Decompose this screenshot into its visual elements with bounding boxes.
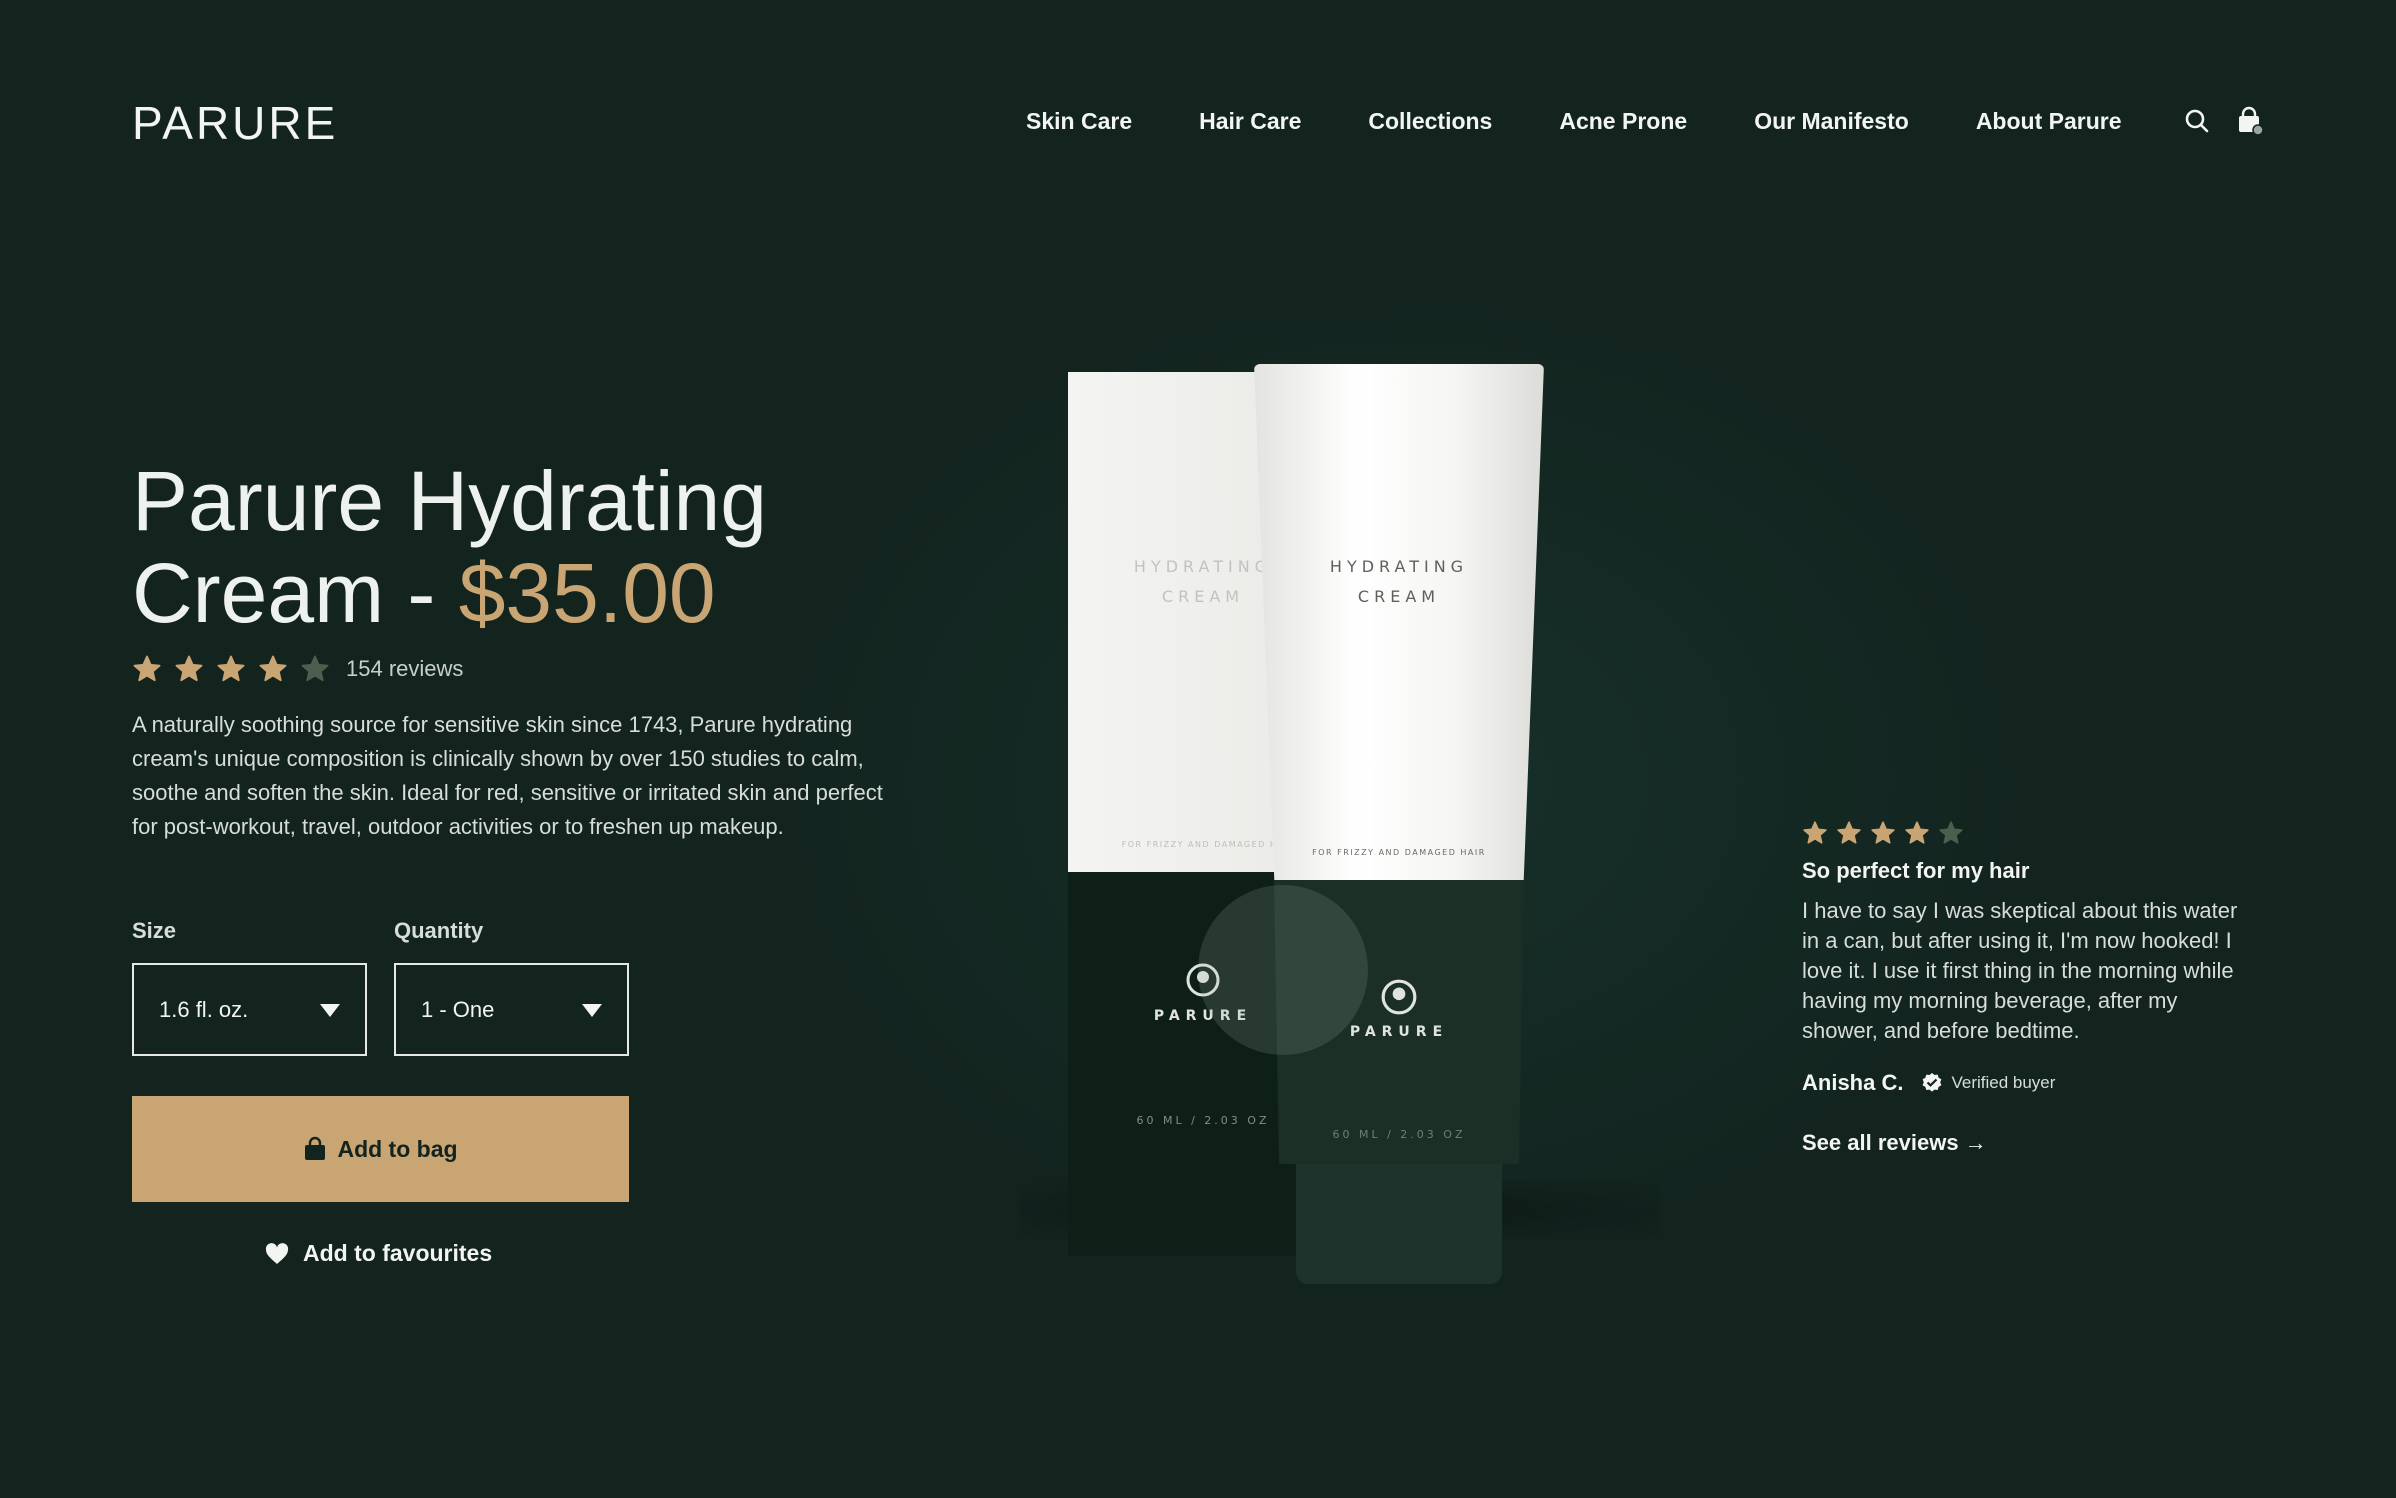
nav-hair-care[interactable]: Hair Care <box>1199 108 1301 135</box>
star-icon <box>175 655 203 682</box>
reviews-count[interactable]: 154 reviews <box>346 656 463 682</box>
tube-tagline: FOR FRIZZY AND DAMAGED HAIR <box>1312 848 1486 857</box>
caret-down-icon <box>320 1004 340 1017</box>
shopping-bag-icon <box>305 1136 326 1160</box>
nav-about-parure[interactable]: About Parure <box>1976 108 2122 135</box>
featured-review: So perfect for my hair I have to say I w… <box>1802 820 2242 1156</box>
star-empty-icon <box>1939 821 1963 844</box>
tube-top <box>1254 364 1544 880</box>
verified-label: Verified buyer <box>1951 1073 2056 1092</box>
product-rating[interactable]: 154 reviews <box>132 654 463 684</box>
product-image: HYDRATING CREAM FOR FRIZZY AND DAMAGED H… <box>1020 300 1660 1300</box>
star-icon <box>1803 821 1827 844</box>
size-select[interactable]: 1.6 fl. oz. <box>132 963 367 1056</box>
tube-name-line1: HYDRATING <box>1329 557 1469 576</box>
tube-name-line2: CREAM <box>1357 587 1441 606</box>
add-to-bag-label: Add to bag <box>337 1135 458 1162</box>
star-icon <box>1837 821 1861 844</box>
nav-our-manifesto[interactable]: Our Manifesto <box>1754 108 1909 135</box>
review-rating <box>1802 820 2242 846</box>
see-all-reviews-link[interactable]: See all reviews → <box>1802 1130 2242 1156</box>
star-icon <box>133 655 161 682</box>
product-title: Parure Hydrating Cream - $35.00 <box>132 455 932 639</box>
tube-product-name: HYDRATING CREAM <box>1254 552 1544 612</box>
product-title-line1: Parure Hydrating <box>132 454 767 548</box>
reviewer: Anisha C. Verified buyer <box>1802 1070 2242 1096</box>
add-to-favourites-label: Add to favourites <box>303 1240 493 1266</box>
logo[interactable]: PARURE <box>132 96 338 150</box>
product-description: A naturally soothing source for sensitiv… <box>132 712 883 839</box>
quantity-select[interactable]: 1 - One <box>394 963 629 1056</box>
verified-check-icon <box>1923 1073 1942 1092</box>
verified-badge: Verified buyer <box>1921 1072 2055 1094</box>
main-nav: Skin Care Hair Care Collections Acne Pro… <box>1026 108 2122 135</box>
nav-acne-prone[interactable]: Acne Prone <box>1559 108 1687 135</box>
nav-skin-care[interactable]: Skin Care <box>1026 108 1132 135</box>
tube-volume: 60 ML / 2.03 OZ <box>1332 1128 1466 1141</box>
star-icon <box>1905 821 1929 844</box>
add-to-favourites-button[interactable]: Add to favourites <box>265 1240 492 1267</box>
star-icon <box>1871 821 1895 844</box>
box-name-line1: HYDRATING <box>1133 557 1273 576</box>
product-title-line2: Cream - <box>132 546 459 640</box>
star-empty-icon <box>301 655 329 682</box>
tube-cap <box>1296 1164 1502 1284</box>
nav-collections[interactable]: Collections <box>1368 108 1492 135</box>
product-tube: HYDRATING CREAM FOR FRIZZY AND DAMAGED H… <box>1254 364 1544 1284</box>
cursor-highlight <box>1198 885 1368 1055</box>
size-select-value: 1.6 fl. oz. <box>159 996 249 1022</box>
size-label: Size <box>132 918 177 943</box>
star-icon <box>259 655 287 682</box>
box-name-line2: CREAM <box>1161 587 1245 606</box>
review-title: So perfect for my hair <box>1802 858 2030 883</box>
quantity-label: Quantity <box>394 918 484 943</box>
search-icon[interactable] <box>2182 106 2212 136</box>
caret-down-icon <box>582 1004 602 1017</box>
product-price: $35.00 <box>458 546 716 640</box>
shopping-bag-icon[interactable] <box>2234 106 2264 136</box>
reviewer-name: Anisha C. <box>1802 1070 1904 1095</box>
star-icon <box>217 655 245 682</box>
add-to-bag-button[interactable]: Add to bag <box>132 1096 629 1202</box>
review-body: I have to say I was skeptical about this… <box>1802 898 2238 1043</box>
heart-icon <box>265 1242 289 1264</box>
quantity-select-value: 1 - One <box>421 996 495 1022</box>
